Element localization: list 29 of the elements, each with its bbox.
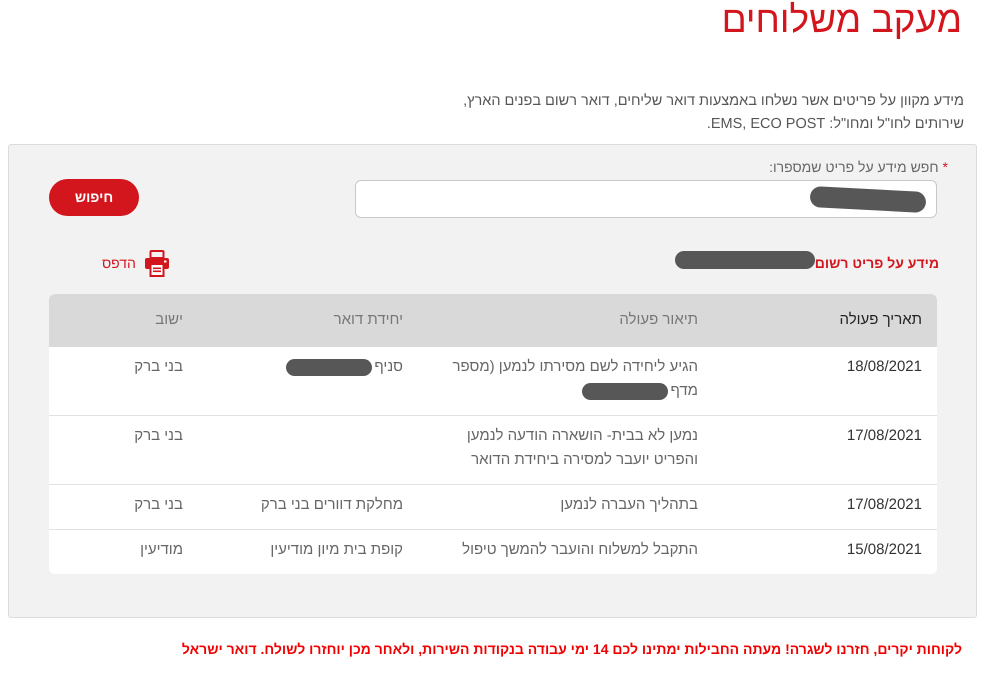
- table-cell: בני ברק: [134, 427, 183, 444]
- table-cell: 17/08/2021: [846, 427, 922, 444]
- table-cell: בני ברק: [134, 496, 183, 513]
- search-button[interactable]: חיפוש: [49, 179, 139, 216]
- column-header: יחידת דואר: [334, 310, 403, 330]
- table-cell: נמען לא בבית- הושארה הודעה לנמען והפריט יועבר למסירה ביחידת הדואר: [466, 427, 698, 468]
- table-cell: סניף: [286, 358, 403, 375]
- printer-icon: [144, 250, 170, 276]
- column-header: תיאור פעולה: [619, 310, 698, 330]
- table-cell: 18/08/2021: [846, 358, 922, 375]
- table-cell: מחלקת דוורים בני ברק: [260, 496, 403, 513]
- registered-item-heading: מידע על פריט רשום: [814, 254, 939, 272]
- table-cell: 15/08/2021: [846, 541, 922, 558]
- required-asterisk: *: [942, 158, 948, 177]
- notice-text: לקוחות יקרים, חזרנו לשגרה! מעתה החבילות ימתינו לכם 14 ימי עבודה בנקודות השירות, ולאחר מכן יוחזרו לשולח. דואר ישראל: [180, 640, 962, 659]
- page-title: מעקב משלוחים: [722, 0, 962, 40]
- table-cell: בתהליך העברה לנמען: [560, 496, 698, 513]
- table-cell: מודיעין: [140, 541, 183, 558]
- table-cell: 17/08/2021: [846, 496, 922, 513]
- table-cell: התקבל למשלוח והועבר להמשך טיפול: [462, 541, 698, 558]
- table-cell: בני ברק: [134, 358, 183, 375]
- table-cell: קופת בית מיון מודיעין: [270, 541, 403, 558]
- column-header: תאריך פעולה: [840, 310, 922, 330]
- table-cell: הגיע ליחידה לשם מסירתו לנמען (מספר מדף: [452, 358, 698, 399]
- column-header: ישוב: [155, 310, 183, 330]
- search-field[interactable]: [355, 180, 937, 218]
- search-label: חפש מידע על פריט שמספרו:: [769, 158, 939, 177]
- print-link[interactable]: הדפס: [102, 250, 170, 276]
- page-description: מידע מקוון על פריטים אשר נשלחו באמצעות דואר שליחים, דואר רשום בפנים הארץ, שירותים לחו"ל ומחו"ל: EMS, ECO POST.: [462, 92, 964, 134]
